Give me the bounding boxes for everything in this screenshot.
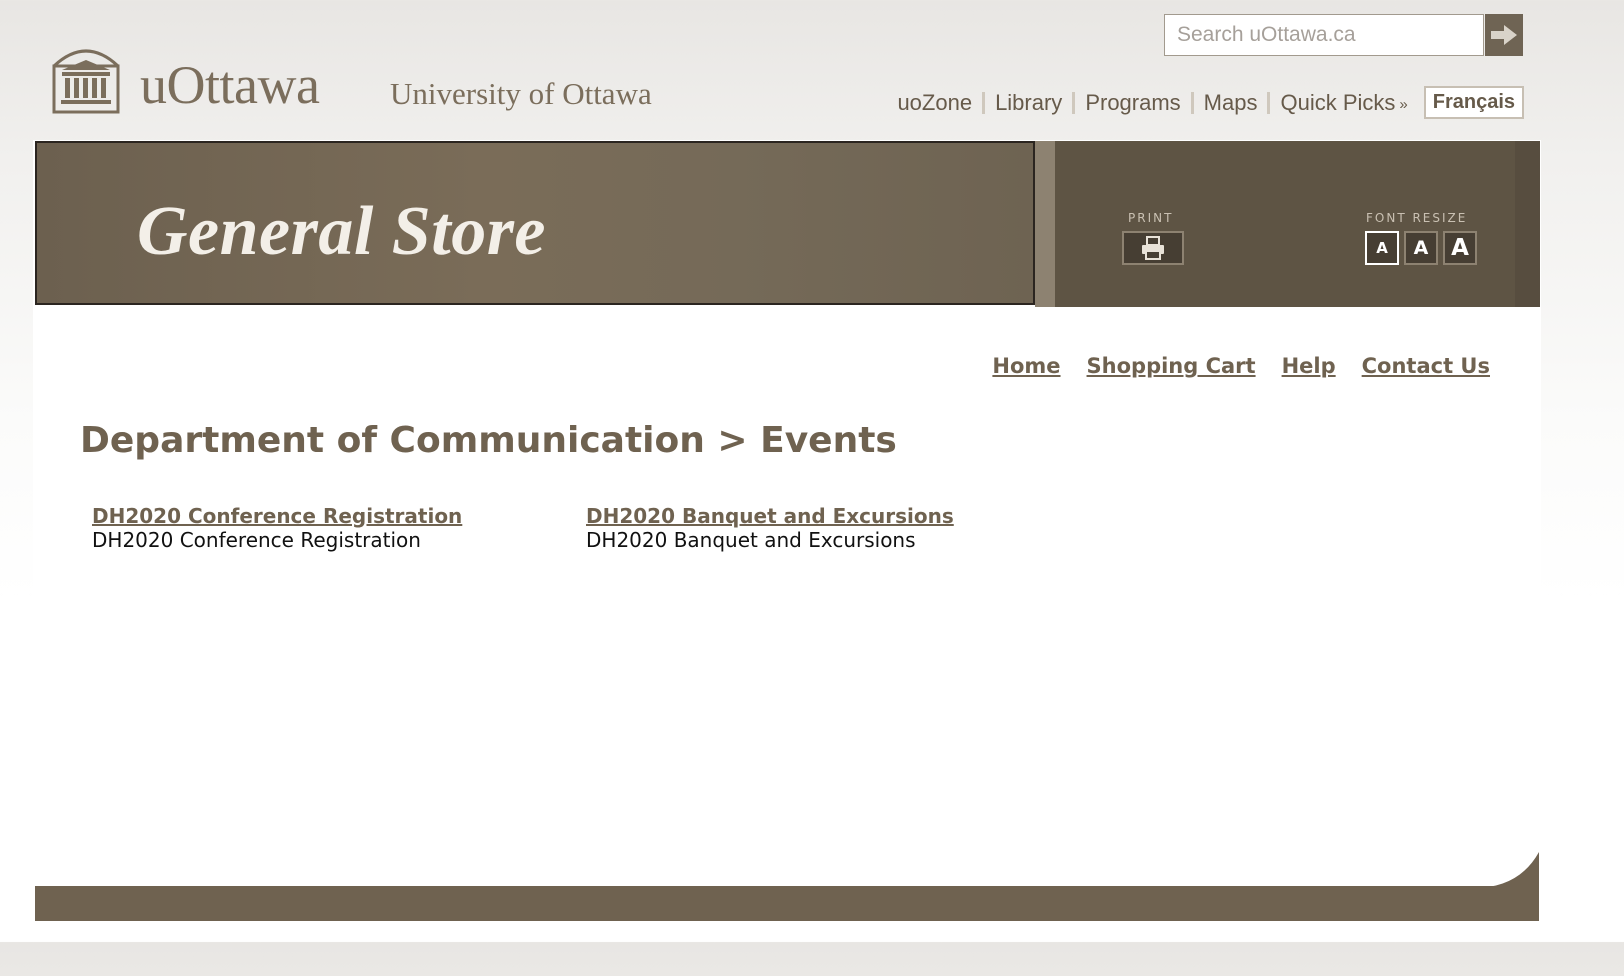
store-banner: General Store PRINT FONT RESIZE A A A (35, 141, 1540, 307)
page-title: Department of Communication > Events (80, 420, 897, 461)
banner-edge (1515, 141, 1540, 307)
footer-curve (1474, 852, 1539, 888)
nav-uozone[interactable]: uoZone (897, 90, 972, 116)
university-name: University of Ottawa (390, 76, 652, 111)
university-crest-icon (52, 49, 120, 114)
list-item: DH2020 Conference Registration DH2020 Co… (92, 504, 462, 552)
store-navigation: Home Shopping Cart Help Contact Us (992, 354, 1490, 378)
chevron-double-down-icon: » (1399, 95, 1408, 113)
nav-divider (1072, 91, 1076, 114)
banquet-excursions-link[interactable]: DH2020 Banquet and Excursions (586, 504, 954, 528)
nav-programs[interactable]: Programs (1085, 90, 1180, 116)
home-link[interactable]: Home (992, 354, 1060, 378)
banner-divider (1035, 141, 1055, 307)
conference-registration-link[interactable]: DH2020 Conference Registration (92, 504, 462, 528)
search-field[interactable] (1164, 14, 1484, 56)
nav-library[interactable]: Library (995, 90, 1062, 116)
item-description: DH2020 Conference Registration (92, 528, 421, 552)
printer-icon (1142, 236, 1164, 260)
print-button[interactable] (1122, 231, 1184, 265)
logo-text: uOttawa (140, 55, 320, 115)
font-size-small-button[interactable]: A (1365, 231, 1399, 265)
uottawa-logo[interactable]: uOttawa (52, 36, 320, 115)
font-size-large-button[interactable]: A (1443, 231, 1477, 265)
shopping-cart-link[interactable]: Shopping Cart (1087, 354, 1256, 378)
contact-us-link[interactable]: Contact Us (1362, 354, 1490, 378)
nav-maps[interactable]: Maps (1204, 90, 1258, 116)
font-size-medium-button[interactable]: A (1404, 231, 1438, 265)
search-submit-button[interactable] (1485, 14, 1523, 56)
search-input[interactable] (1165, 15, 1483, 55)
nav-divider (1190, 91, 1194, 114)
arrow-right-icon (1491, 25, 1517, 45)
language-toggle-button[interactable]: Français (1423, 86, 1524, 119)
item-description: DH2020 Banquet and Excursions (586, 528, 916, 552)
print-label: PRINT (1128, 211, 1174, 225)
help-link[interactable]: Help (1282, 354, 1336, 378)
font-resize-label: FONT RESIZE (1366, 211, 1468, 225)
top-navigation: uoZone Library Programs Maps Quick Picks… (897, 86, 1524, 119)
footer-bar (35, 886, 1539, 921)
quick-picks-label: Quick Picks (1280, 89, 1396, 115)
nav-divider (982, 91, 986, 114)
banner-title-panel: General Store (35, 141, 1035, 305)
nav-divider (1267, 91, 1271, 114)
list-item: DH2020 Banquet and Excursions DH2020 Ban… (586, 504, 954, 552)
banner-title: General Store (137, 193, 546, 270)
nav-quick-picks[interactable]: Quick Picks» (1280, 90, 1407, 116)
